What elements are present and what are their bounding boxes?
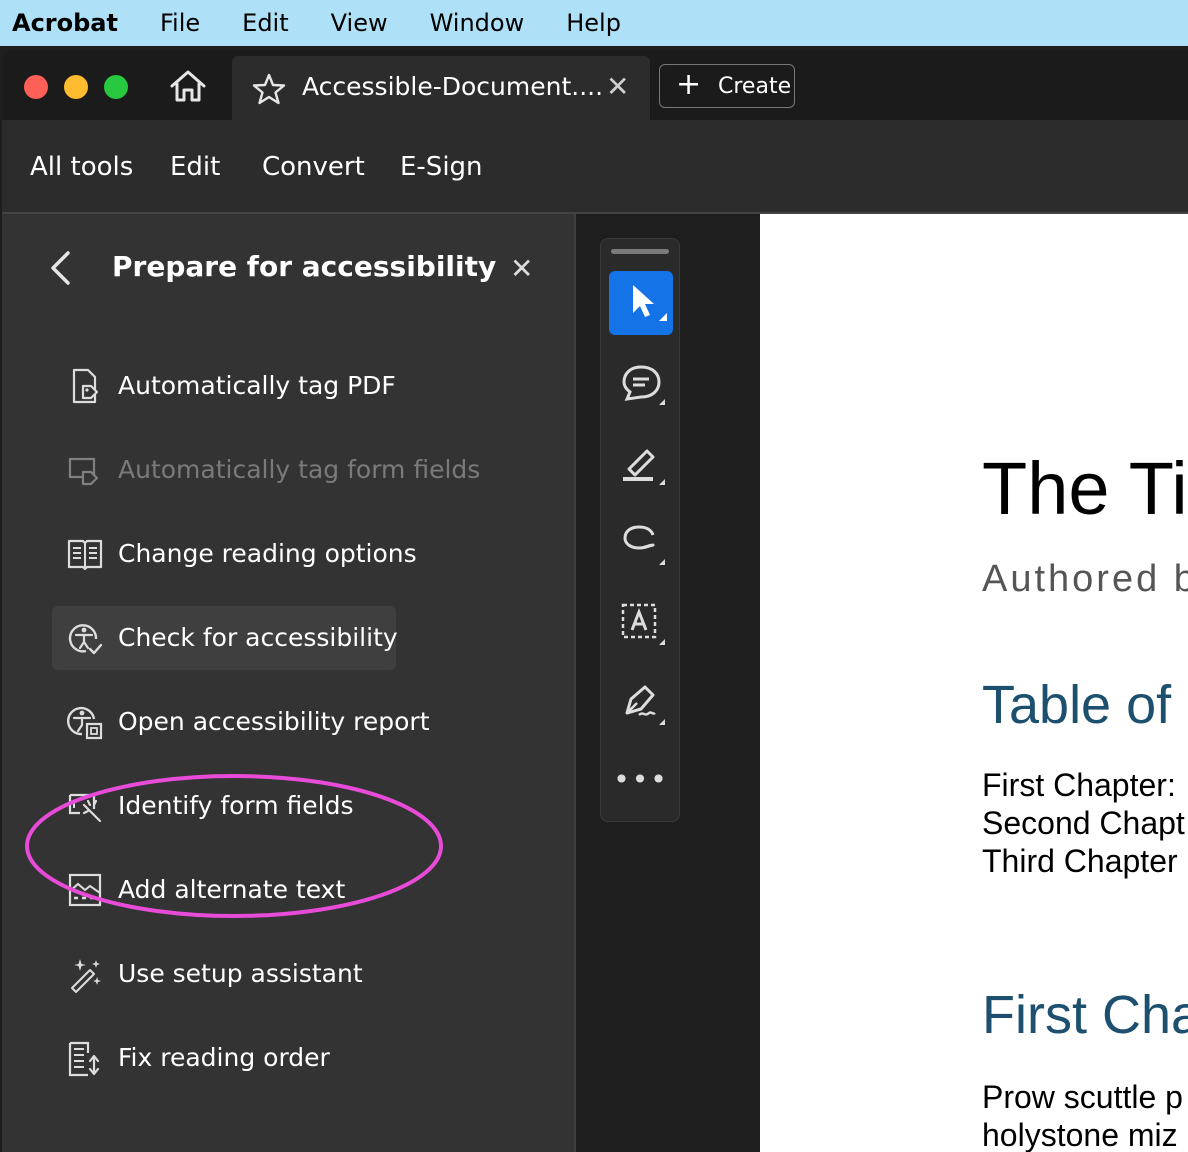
convert-tab[interactable]: Convert <box>262 152 365 182</box>
comment-icon <box>622 365 665 405</box>
lasso-tool-button[interactable] <box>609 511 673 575</box>
menu-edit[interactable]: Edit <box>242 9 288 37</box>
main-toolbar: All tools Edit Convert E-Sign <box>2 120 1188 214</box>
tab-title: Accessible-Document.... <box>302 72 604 101</box>
item-label: Automatically tag PDF <box>118 371 396 400</box>
close-window-button[interactable] <box>24 75 48 99</box>
doc-title: The Tit <box>982 447 1188 530</box>
menu-view[interactable]: View <box>331 9 388 37</box>
menu-window[interactable]: Window <box>430 9 525 37</box>
zoom-window-button[interactable] <box>104 75 128 99</box>
create-label: Create <box>718 74 792 99</box>
create-button[interactable]: + Create <box>659 64 795 108</box>
quick-tools-rail: ••• <box>600 238 680 822</box>
text-recognition-icon <box>621 603 665 645</box>
toc-entry[interactable]: Second Chapt <box>982 804 1185 842</box>
comment-tool-button[interactable] <box>609 351 673 415</box>
auto-tag-pdf-item[interactable]: Automatically tag PDF <box>52 354 396 418</box>
title-bar: Accessible-Document.... ✕ + Create <box>2 50 1188 120</box>
doc-author: Authored b <box>982 558 1188 600</box>
menu-app-name[interactable]: Acrobat <box>12 9 118 37</box>
close-panel-icon[interactable]: ✕ <box>510 252 533 285</box>
select-tool-button[interactable] <box>609 271 673 335</box>
select-cursor-icon <box>633 285 667 321</box>
item-label: Use setup assistant <box>118 959 363 988</box>
home-icon[interactable] <box>168 68 208 104</box>
accessibility-panel: Prepare for accessibility ✕ Automaticall… <box>2 214 576 1152</box>
highlight-pen-icon <box>623 449 665 485</box>
item-label: Change reading options <box>118 539 417 568</box>
pdf-page: The Tit Authored b Table of C First Chap… <box>760 214 1188 1152</box>
book-icon <box>67 539 103 571</box>
highlight-annotation-ellipse <box>25 774 443 918</box>
fix-reading-order-item[interactable]: Fix reading order <box>52 1026 396 1090</box>
minimize-window-button[interactable] <box>64 75 88 99</box>
magic-wand-icon <box>71 959 101 993</box>
document-tab[interactable]: Accessible-Document.... ✕ <box>232 56 650 120</box>
item-label: Check for accessibility <box>118 623 398 652</box>
open-accessibility-report-item[interactable]: Open accessibility report <box>52 690 430 754</box>
highlight-tool-button[interactable] <box>609 431 673 495</box>
toc-entry[interactable]: First Chapter: <box>982 766 1176 804</box>
check-accessibility-item[interactable]: Check for accessibility <box>52 606 398 670</box>
use-setup-assistant-item[interactable]: Use setup assistant <box>52 942 396 1006</box>
plus-icon: + <box>676 67 702 102</box>
esign-tab[interactable]: E-Sign <box>400 152 483 182</box>
back-chevron-icon[interactable] <box>48 250 72 286</box>
sign-pen-icon <box>625 685 665 725</box>
toc-entry[interactable]: Third Chapter <box>982 842 1178 880</box>
sign-tool-button[interactable] <box>609 671 673 735</box>
toc-heading: Table of C <box>982 675 1188 735</box>
item-label: Fix reading order <box>118 1043 330 1072</box>
accessibility-report-icon <box>66 706 103 740</box>
close-tab-icon[interactable]: ✕ <box>606 70 629 103</box>
all-tools-tab[interactable]: All tools <box>30 152 133 182</box>
tag-pdf-icon <box>72 368 99 404</box>
rail-grip[interactable] <box>611 249 669 254</box>
edit-tab[interactable]: Edit <box>170 152 220 182</box>
tag-form-fields-icon <box>68 457 99 486</box>
menu-help[interactable]: Help <box>566 9 621 37</box>
body-text: Prow scuttle p <box>982 1079 1183 1115</box>
body-text: holystone miz <box>982 1117 1178 1152</box>
change-reading-options-item[interactable]: Change reading options <box>52 522 417 586</box>
panel-title: Prepare for accessibility <box>112 250 497 283</box>
text-recognition-tool-button[interactable] <box>609 591 673 655</box>
canvas-gutter: ••• <box>576 214 760 1152</box>
acrobat-window: Accessible-Document.... ✕ + Create All t… <box>2 50 1188 1152</box>
lasso-icon <box>623 525 665 565</box>
accessibility-check-icon <box>68 624 103 655</box>
more-tools-icon[interactable]: ••• <box>601 763 681 796</box>
star-icon[interactable] <box>252 72 286 106</box>
reading-order-icon <box>68 1041 100 1077</box>
chapter-heading: First Cha <box>982 985 1188 1045</box>
auto-tag-form-fields-item[interactable]: Automatically tag form fields <box>52 438 480 502</box>
item-label: Open accessibility report <box>118 707 430 736</box>
mac-menu-bar: Acrobat File Edit View Window Help <box>0 0 1188 46</box>
menu-file[interactable]: File <box>160 9 200 37</box>
item-label: Automatically tag form fields <box>118 455 481 484</box>
